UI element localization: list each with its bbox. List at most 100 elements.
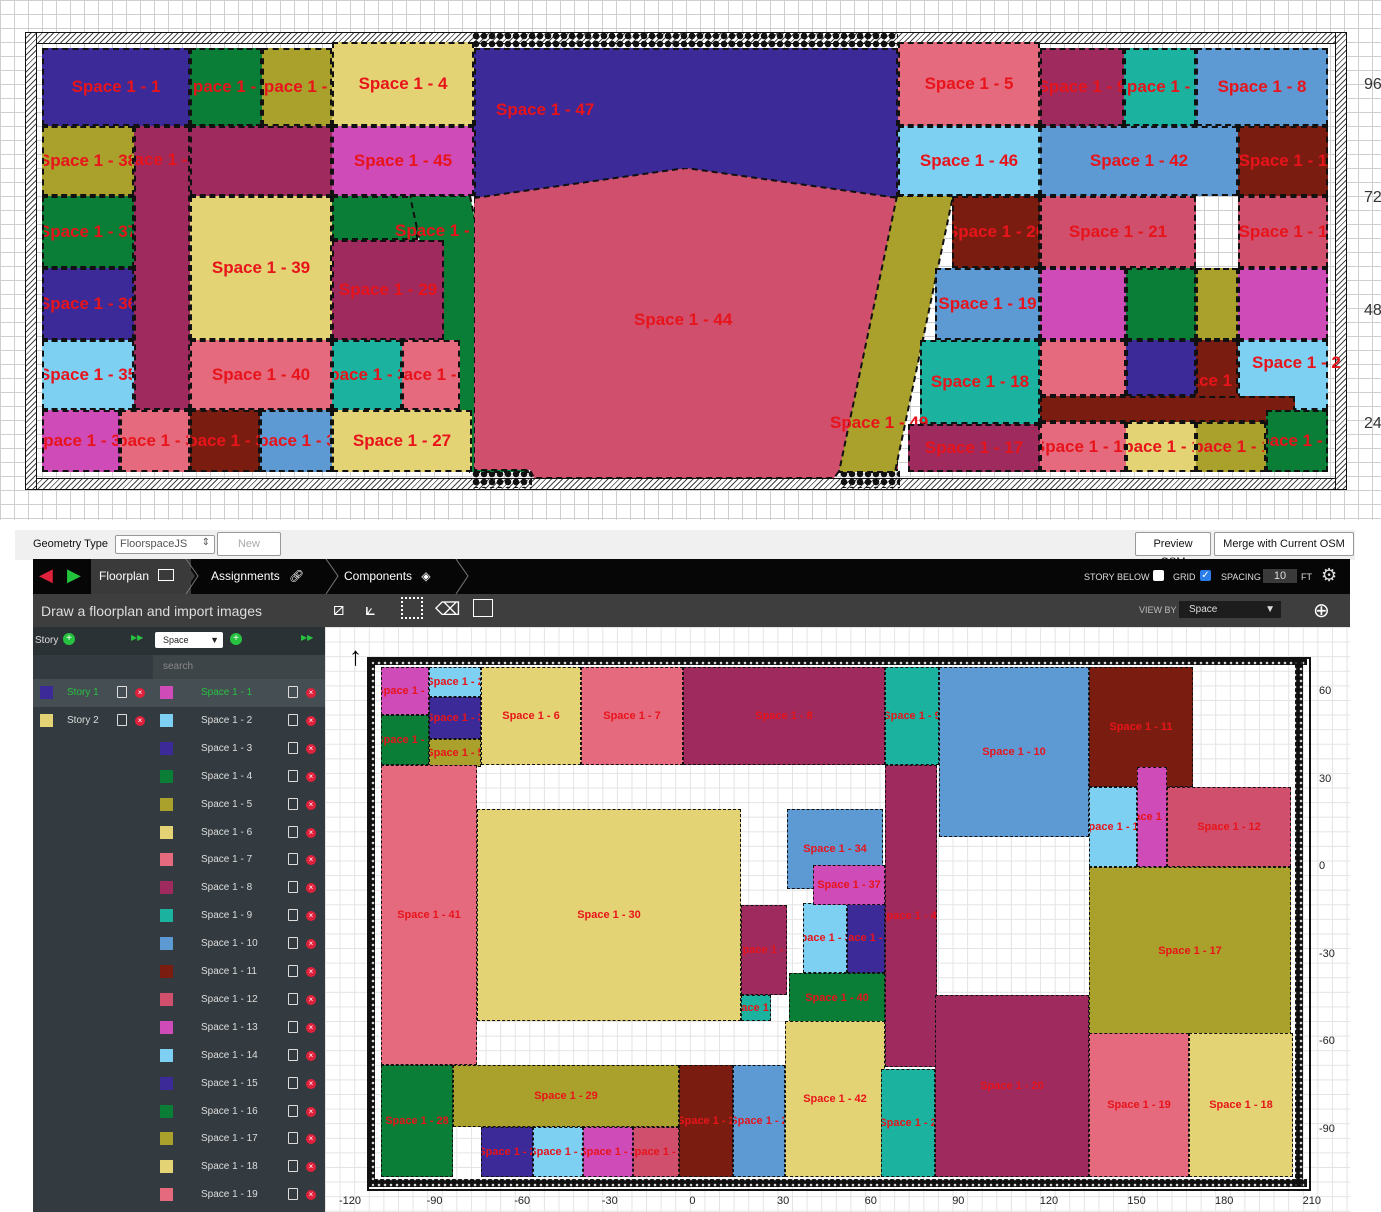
preview-space[interactable]: Space 1 - 45 — [332, 126, 474, 196]
copy-icon[interactable] — [288, 686, 298, 698]
space-row[interactable]: Space 1 - 7 × — [153, 846, 325, 874]
copy-icon[interactable] — [117, 686, 127, 698]
space-row[interactable]: Space 1 - 13 × — [153, 1014, 325, 1042]
preview-space[interactable]: Space 1 - 1 — [1238, 126, 1328, 196]
delete-icon[interactable]: × — [306, 1162, 316, 1173]
canvas-space[interactable]: Space 1 - 30 — [477, 809, 741, 1021]
canvas-space[interactable]: Space 1 - 2 — [733, 1065, 785, 1177]
delete-icon[interactable]: × — [306, 771, 316, 782]
space-row[interactable]: Space 1 - 4 × — [153, 763, 325, 791]
preview-space[interactable] — [1196, 268, 1238, 340]
space-row[interactable]: Space 1 - 6 × — [153, 819, 325, 847]
floorplan-canvas[interactable]: ↑ Space 1 - 1Space 1 - 2Space 1 - 3Space… — [325, 627, 1350, 1212]
space-row[interactable]: Space 1 - 9 × — [153, 902, 325, 930]
image-icon[interactable] — [473, 599, 493, 617]
play-icon[interactable]: ▶▶ — [131, 633, 143, 642]
preview-space[interactable] — [1040, 396, 1295, 422]
canvas-space[interactable]: Space 1 - 18 — [1189, 1033, 1293, 1177]
tab-floorplan[interactable]: Floorplan — [91, 559, 191, 594]
delete-icon[interactable]: × — [306, 1134, 316, 1145]
copy-icon[interactable] — [117, 714, 127, 726]
canvas-space[interactable]: Space 1 - 9 — [885, 667, 939, 765]
story-row[interactable]: Story 2 × — [33, 707, 153, 735]
copy-icon[interactable] — [288, 825, 298, 838]
add-space-icon[interactable]: + — [230, 633, 242, 645]
canvas-space[interactable]: Space 1 - 12 — [1167, 787, 1291, 867]
preview-space[interactable]: Space 1 - 33 — [120, 410, 190, 472]
preview-space[interactable]: Space 1 - 8 — [1196, 48, 1328, 126]
new-button[interactable]: New — [217, 532, 281, 556]
canvas-space[interactable]: Space 1 - 20 — [935, 995, 1089, 1177]
delete-icon[interactable]: × — [306, 827, 316, 838]
canvas-space[interactable]: Space 1 - 3 — [429, 697, 481, 739]
delete-icon[interactable]: × — [306, 1106, 316, 1117]
preview-space[interactable] — [1126, 340, 1196, 396]
canvas-space[interactable]: Space 1 - 3 — [633, 1127, 679, 1177]
canvas-space[interactable]: Space 1 - 40 — [789, 973, 885, 1023]
preview-space[interactable]: Space 1 - 1 — [42, 48, 190, 126]
preview-space[interactable]: Space 1 - 46 — [898, 126, 1040, 196]
delete-icon[interactable]: × — [306, 911, 316, 922]
preview-space[interactable]: Space 1 - 15 — [1126, 422, 1196, 472]
canvas-space[interactable]: Space 1 - 17 — [1089, 867, 1291, 1035]
copy-icon[interactable] — [288, 741, 298, 754]
delete-icon[interactable]: × — [306, 883, 316, 894]
preview-space[interactable]: Space 1 - 31 — [260, 410, 332, 472]
copy-icon[interactable] — [288, 713, 298, 726]
preview-space[interactable]: Space 1 - 5 — [898, 42, 1040, 126]
space-row[interactable]: Space 1 - 8 × — [153, 874, 325, 902]
copy-icon[interactable] — [288, 992, 298, 1005]
canvas-space[interactable]: Space 1 - 19 — [1089, 1033, 1189, 1177]
preview-space[interactable]: Space 1 - 19 — [935, 268, 1040, 340]
draw-polygon-icon[interactable]: ⟀ — [365, 599, 376, 620]
story-row[interactable]: Story 1 × — [33, 679, 153, 707]
preview-space[interactable] — [1040, 268, 1126, 340]
space-row[interactable]: Space 1 - 3 × — [153, 735, 325, 763]
preview-space[interactable] — [1126, 268, 1196, 340]
preview-space[interactable]: Space 1 - 37 — [42, 196, 134, 268]
copy-icon[interactable] — [288, 1160, 298, 1173]
delete-icon[interactable]: × — [306, 1190, 316, 1201]
delete-icon[interactable]: × — [306, 743, 316, 754]
space-row[interactable]: Space 1 - 14 × — [153, 1042, 325, 1070]
canvas-space[interactable]: Space 1 - 1 — [381, 667, 429, 715]
undo-arrow-icon[interactable]: ◀ — [39, 565, 53, 586]
delete-icon[interactable]: × — [306, 855, 316, 866]
tab-components[interactable]: Components ◈ — [344, 559, 464, 594]
redo-arrow-icon[interactable]: ▶ — [67, 565, 81, 586]
canvas-space[interactable]: Space 1 - 5 — [429, 739, 481, 767]
preview-space[interactable] — [1238, 268, 1328, 340]
delete-icon[interactable]: × — [306, 799, 316, 810]
preview-space[interactable] — [190, 126, 332, 196]
preview-space[interactable]: Space 1 - 41 — [134, 126, 190, 410]
preview-space[interactable]: Space 1 - 4 — [332, 42, 474, 126]
view-by-select[interactable]: Space ▼ — [1179, 601, 1281, 618]
preview-space[interactable]: Space 1 - 30 — [332, 340, 402, 410]
preview-space[interactable]: Space 1 - 34 — [42, 410, 120, 472]
merge-osm-button[interactable]: Merge with Current OSM — [1214, 532, 1354, 556]
space-row[interactable]: Space 1 - 15 × — [153, 1070, 325, 1098]
space-row[interactable]: Space 1 - 5 × — [153, 791, 325, 819]
gear-icon[interactable]: ⚙ — [1321, 565, 1337, 586]
preview-space[interactable]: Space 1 - 32 — [190, 410, 260, 472]
select-icon[interactable] — [401, 597, 423, 619]
canvas-space[interactable]: Space 1 - 14 — [1089, 787, 1137, 867]
canvas-space[interactable]: Space 1 - 37 — [813, 865, 885, 905]
geometry-type-select[interactable]: FloorspaceJS ⇕ — [115, 535, 215, 554]
copy-icon[interactable] — [288, 965, 298, 977]
canvas-space[interactable]: Space 1 - 6 — [481, 667, 581, 765]
preview-space[interactable]: Space 1 - 14 — [1196, 422, 1266, 472]
space-row[interactable]: Space 1 - 18 × — [153, 1153, 325, 1181]
canvas-space[interactable]: Space 1 - 10 — [939, 667, 1089, 837]
copy-icon[interactable] — [288, 1104, 298, 1117]
space-search[interactable]: search — [153, 655, 325, 679]
canvas-space[interactable]: Space 1 - 1 — [741, 995, 771, 1021]
story-below-checkbox[interactable] — [1153, 570, 1164, 581]
space-row[interactable]: Space 1 - 16 × — [153, 1098, 325, 1126]
canvas-space[interactable]: Space 1 - 2 — [429, 667, 481, 697]
canvas-space[interactable]: Space 1 - 29 — [453, 1065, 679, 1127]
tab-assignments[interactable]: Assignments 🔗︎ — [211, 559, 331, 594]
delete-icon[interactable]: × — [306, 1050, 316, 1061]
search-input[interactable]: search — [163, 661, 193, 672]
copy-icon[interactable] — [288, 853, 298, 866]
